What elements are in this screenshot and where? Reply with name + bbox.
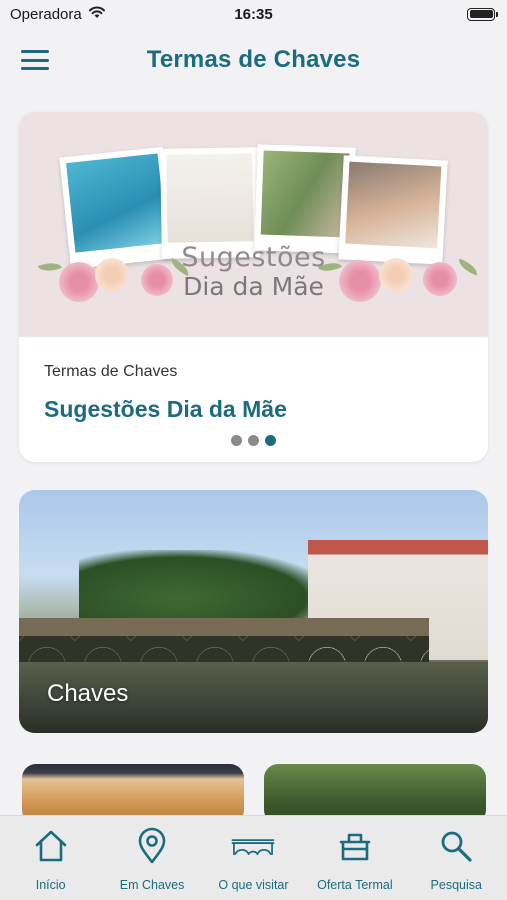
- carrier-name: Operadora: [10, 5, 82, 23]
- wifi-icon: [88, 5, 106, 23]
- app-header: Termas de Chaves: [0, 36, 507, 84]
- featured-image: Sugestões Dia da Mãe: [19, 112, 488, 337]
- banner-text-line2: Dia da Mãe: [183, 272, 324, 301]
- featured-card[interactable]: Sugestões Dia da Mãe Termas de Chaves Su…: [19, 112, 488, 462]
- carousel-dot[interactable]: [265, 435, 276, 446]
- tab-label: Oferta Termal: [317, 878, 393, 892]
- city-card-label: Chaves: [47, 680, 129, 707]
- status-left: Operadora: [10, 5, 106, 23]
- tab-o-que-visitar[interactable]: O que visitar: [203, 826, 303, 900]
- featured-source: Termas de Chaves: [44, 363, 178, 380]
- carousel-pager: [19, 435, 488, 446]
- tab-label: O que visitar: [218, 878, 289, 892]
- tab-bar: Início Em Chaves O que visitar Oferta Te…: [0, 815, 507, 900]
- tab-em-chaves[interactable]: Em Chaves: [102, 826, 202, 900]
- bridge-icon: [231, 826, 275, 866]
- search-icon: [434, 826, 478, 866]
- tab-inicio[interactable]: Início: [1, 826, 101, 900]
- basket-icon: [333, 826, 377, 866]
- carousel-dot[interactable]: [231, 435, 242, 446]
- tab-label: Início: [35, 878, 66, 892]
- city-card[interactable]: Chaves: [19, 490, 488, 733]
- tab-label: Em Chaves: [119, 878, 185, 892]
- carousel-dot[interactable]: [248, 435, 259, 446]
- battery-icon: [467, 7, 498, 21]
- tab-pesquisa[interactable]: Pesquisa: [406, 826, 506, 900]
- featured-title: Sugestões Dia da Mãe: [44, 396, 287, 422]
- banner-text-line1: Sugestões: [181, 242, 326, 273]
- bridge-arches: [19, 636, 429, 664]
- tab-oferta-termal[interactable]: Oferta Termal: [305, 826, 405, 900]
- tab-label: Pesquisa: [430, 878, 482, 892]
- map-pin-icon: [130, 826, 174, 866]
- home-icon: [29, 826, 73, 866]
- status-bar: Operadora 16:35: [0, 0, 507, 28]
- page-title: Termas de Chaves: [146, 46, 361, 73]
- hamburger-menu-icon[interactable]: [20, 48, 50, 72]
